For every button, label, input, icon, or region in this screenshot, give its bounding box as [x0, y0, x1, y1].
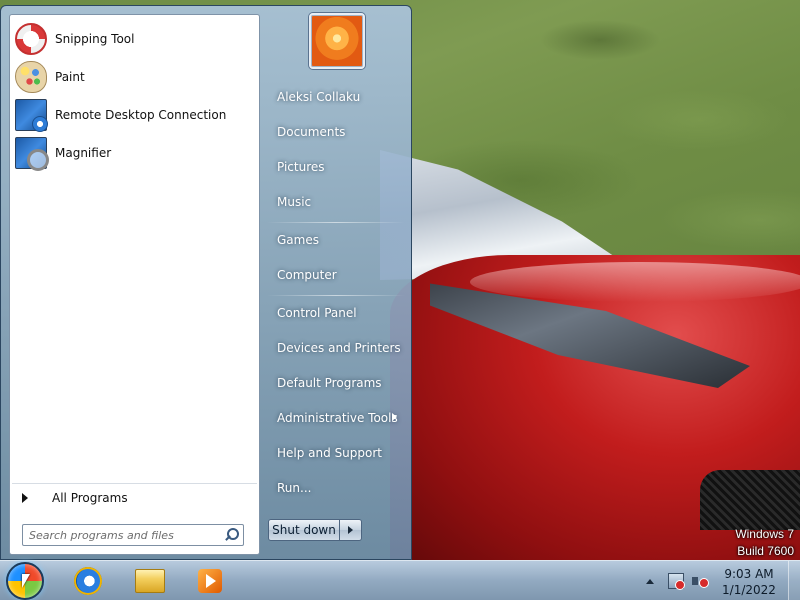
- place-administrative-tools[interactable]: Administrative Tools: [265, 403, 407, 433]
- places-divider: [267, 295, 405, 296]
- wallpaper-car-grille: [700, 470, 800, 530]
- scissors-icon: [15, 23, 47, 55]
- network-icon[interactable]: [668, 573, 685, 590]
- program-label: Remote Desktop Connection: [55, 108, 227, 122]
- search-input[interactable]: [29, 526, 223, 544]
- place-pictures[interactable]: Pictures: [265, 152, 407, 182]
- submenu-arrow-icon: [392, 413, 397, 421]
- place-user-folder[interactable]: Aleksi Collaku: [265, 82, 407, 112]
- place-label: Help and Support: [277, 446, 382, 460]
- place-computer[interactable]: Computer: [265, 260, 407, 290]
- media-player-icon: [198, 569, 222, 593]
- program-paint[interactable]: Paint: [12, 59, 257, 95]
- taskbar-clock[interactable]: 9:03 AM 1/1/2022: [716, 566, 782, 598]
- paint-palette-icon: [15, 61, 47, 93]
- all-programs-button[interactable]: All Programs: [12, 483, 257, 511]
- place-label: Documents: [277, 125, 346, 139]
- wallpaper-car-shine: [470, 262, 800, 302]
- program-label: Magnifier: [55, 146, 112, 160]
- shutdown-button[interactable]: Shut down: [268, 519, 340, 541]
- watermark-build: Build 7600: [737, 544, 794, 558]
- program-label: Paint: [55, 70, 85, 84]
- place-games[interactable]: Games: [265, 225, 407, 255]
- place-label: Administrative Tools: [277, 411, 398, 425]
- place-music[interactable]: Music: [265, 187, 407, 217]
- place-label: Control Panel: [277, 306, 357, 320]
- clock-time: 9:03 AM: [724, 567, 774, 581]
- internet-explorer-icon: [74, 567, 102, 595]
- place-label: Default Programs: [277, 376, 382, 390]
- place-control-panel[interactable]: Control Panel: [265, 298, 407, 328]
- search-box[interactable]: [22, 524, 244, 546]
- user-account-picture[interactable]: [309, 13, 365, 69]
- place-run[interactable]: Run...: [265, 473, 407, 503]
- place-help-support[interactable]: Help and Support: [265, 438, 407, 468]
- volume-muted-icon[interactable]: [692, 573, 709, 589]
- taskbar: 9:03 AM 1/1/2022: [0, 560, 800, 600]
- taskbar-app-internet-explorer[interactable]: [70, 565, 106, 597]
- magnifier-icon: [15, 137, 49, 171]
- place-label: Aleksi Collaku: [277, 90, 361, 104]
- place-label: Games: [277, 233, 319, 247]
- program-label: Snipping Tool: [55, 32, 135, 46]
- program-remote-desktop[interactable]: Remote Desktop Connection: [12, 97, 257, 133]
- start-menu: Snipping Tool Paint Remote Desktop Conne…: [0, 5, 412, 560]
- place-label: Devices and Printers: [277, 341, 401, 355]
- mouse-cursor-icon: [22, 574, 30, 588]
- shutdown-group: Shut down: [268, 519, 362, 541]
- program-magnifier[interactable]: Magnifier: [12, 135, 257, 171]
- place-default-programs[interactable]: Default Programs: [265, 368, 407, 398]
- program-snipping-tool[interactable]: Snipping Tool: [12, 21, 257, 57]
- shutdown-options-arrow-icon[interactable]: [340, 519, 362, 541]
- taskbar-app-media-player[interactable]: [192, 565, 228, 597]
- place-devices-printers[interactable]: Devices and Printers: [265, 333, 407, 363]
- watermark-os-name: Windows 7: [735, 527, 794, 541]
- arrow-right-icon: [22, 492, 28, 503]
- place-label: Music: [277, 195, 312, 209]
- taskbar-app-windows-explorer[interactable]: [132, 565, 168, 597]
- place-label: Computer: [277, 268, 337, 282]
- windows-explorer-icon: [135, 569, 165, 593]
- all-programs-label: All Programs: [52, 490, 128, 505]
- start-menu-programs-pane: Snipping Tool Paint Remote Desktop Conne…: [9, 14, 260, 555]
- windows-version-watermark: Windows 7 Build 7600: [735, 526, 794, 560]
- show-hidden-icons-arrow[interactable]: [646, 579, 654, 584]
- place-label: Pictures: [277, 160, 325, 174]
- remote-desktop-icon: [15, 99, 48, 132]
- search-icon[interactable]: [223, 527, 239, 543]
- show-desktop-button[interactable]: [788, 561, 800, 600]
- place-label: Run...: [277, 481, 312, 495]
- place-documents[interactable]: Documents: [265, 117, 407, 147]
- start-menu-places-pane: Aleksi Collaku Documents Pictures Music …: [261, 6, 411, 559]
- places-divider: [267, 222, 405, 223]
- clock-date: 1/1/2022: [722, 583, 776, 597]
